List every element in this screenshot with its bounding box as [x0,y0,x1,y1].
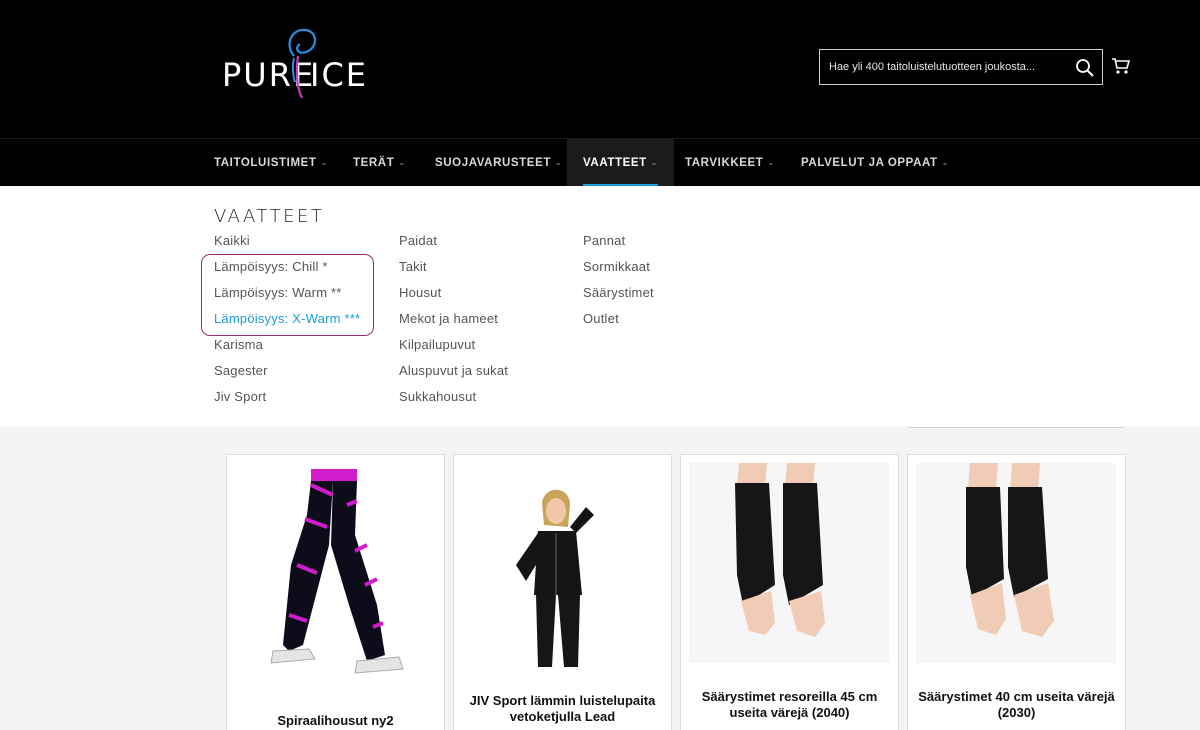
search-box [819,49,1103,85]
highlight-annotation-circle [201,254,374,336]
menu-link-takit[interactable]: Takit [399,258,508,284]
nav-label: TAITOLUISTIMET [214,157,317,169]
product-card[interactable]: Säärystimet resoreilla 45 cm useita väre… [680,454,899,730]
menu-link-saarystimet[interactable]: Säärystimet [583,284,654,310]
main-nav: TAITOLUISTIMET ⌄ TERÄT ⌄ SUOJAVARUSTEET ⌄ V… [0,138,1200,187]
logo-word-ice: ICE [310,56,368,94]
menu-link-housut[interactable]: Housut [399,284,508,310]
search-button[interactable] [1074,57,1096,79]
menu-link-jiv-sport[interactable]: Jiv Sport [214,388,360,414]
chevron-down-icon: ⌄ [650,158,659,167]
mega-menu-column-3: Pannat Sormikkaat Säärystimet Outlet [583,232,654,336]
product-card[interactable]: Säärystimet 40 cm useita värejä (2030) [907,454,1126,730]
menu-link-aluspuvut-ja-sukat[interactable]: Aluspuvut ja sukat [399,362,508,388]
search-input[interactable] [820,50,1070,84]
chevron-down-icon: ⌄ [554,158,563,167]
search-icon [1076,59,1094,77]
pure-ice-logo[interactable]: PURE ICE [222,26,372,106]
product-image-leg-warmers-45 [689,463,889,663]
nav-taitoluistimet[interactable]: TAITOLUISTIMET ⌄ [214,139,328,187]
menu-link-sagester[interactable]: Sagester [214,362,360,388]
site-header: PURE ICE [0,0,1200,138]
chevron-down-icon: ⌄ [398,158,406,167]
vaatteet-mega-menu: VAATTEET Kaikki Lämpöisyys: Chill * Lämp… [0,186,1200,427]
menu-link-sukkahousut[interactable]: Sukkahousut [399,388,508,414]
mega-menu-column-2: Paidat Takit Housut Mekot ja hameet Kilp… [399,232,508,414]
chevron-down-icon: ⌄ [941,158,949,167]
nav-suojavarusteet[interactable]: SUOJAVARUSTEET ⌄ [435,139,562,187]
product-card[interactable]: JIV Sport lämmin luistelupaita vetoketju… [453,454,672,730]
cart-icon [1112,58,1131,74]
nav-label: PALVELUT JA OPPAAT [801,157,938,169]
product-image-jacket [454,455,671,675]
menu-link-kilpailupuvut[interactable]: Kilpailupuvut [399,336,508,362]
product-card[interactable]: Spiraalihousut ny2 [226,454,445,730]
menu-link-karisma[interactable]: Karisma [214,336,360,362]
product-title[interactable]: Spiraalihousut ny2 [237,713,434,729]
product-image[interactable] [454,455,671,675]
nav-label: SUOJAVARUSTEET [435,157,551,169]
nav-terat[interactable]: TERÄT ⌄ [353,139,406,187]
nav-label: VAATTEET [583,157,647,169]
mega-menu-title: VAATTEET [214,206,325,227]
product-image[interactable] [908,455,1125,675]
product-image-pants [227,455,444,675]
menu-link-pannat[interactable]: Pannat [583,232,654,258]
product-title[interactable]: Säärystimet resoreilla 45 cm useita väre… [691,689,888,721]
product-image[interactable] [681,455,898,675]
nav-vaatteet[interactable]: VAATTEET ⌄ [567,139,675,187]
chevron-down-icon: ⌄ [767,158,775,167]
product-title[interactable]: JIV Sport lämmin luistelupaita vetoketju… [464,693,661,725]
nav-label: TARVIKKEET [685,157,764,169]
nav-label: TERÄT [353,157,395,169]
menu-link-mekot-ja-hameet[interactable]: Mekot ja hameet [399,310,508,336]
product-title[interactable]: Säärystimet 40 cm useita värejä (2030) [918,689,1115,721]
nav-tarvikkeet[interactable]: TARVIKKEET ⌄ [685,139,775,187]
menu-link-outlet[interactable]: Outlet [583,310,654,336]
nav-palvelut-ja-oppaat[interactable]: PALVELUT JA OPPAAT ⌄ [801,139,949,187]
sort-dropdown-edge[interactable] [907,427,1125,428]
chevron-down-icon: ⌄ [320,158,328,167]
menu-link-paidat[interactable]: Paidat [399,232,508,258]
product-image[interactable] [227,455,444,675]
menu-link-sormikkaat[interactable]: Sormikkaat [583,258,654,284]
product-image-leg-warmers-40 [916,463,1116,663]
cart-button[interactable] [1111,57,1131,77]
